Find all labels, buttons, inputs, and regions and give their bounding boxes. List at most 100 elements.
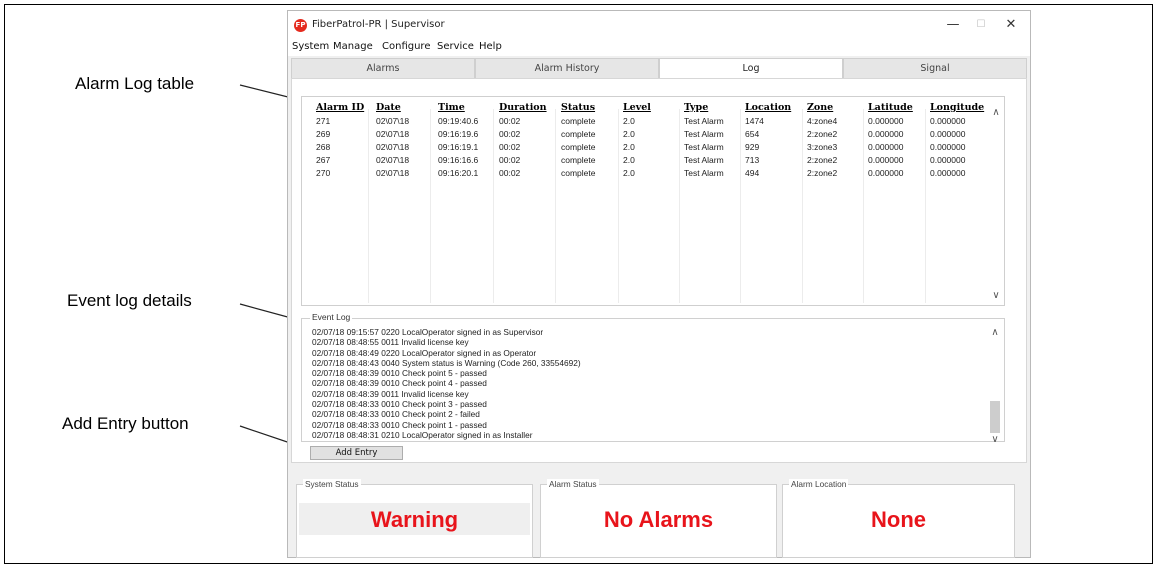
- table-cell: complete: [561, 116, 596, 126]
- table-cell: Test Alarm: [684, 129, 724, 139]
- event-log-scroll-thumb[interactable]: [990, 401, 1000, 433]
- menu-system[interactable]: System: [292, 41, 329, 52]
- annotation-alarm-log: Alarm Log table: [75, 74, 195, 93]
- tab-signal[interactable]: Signal: [843, 58, 1027, 78]
- table-cell: Test Alarm: [684, 116, 724, 126]
- column-divider: [740, 109, 741, 303]
- system-status-panel: System Status Warning: [296, 479, 533, 558]
- table-cell: 270: [316, 168, 331, 178]
- table-cell: complete: [561, 168, 596, 178]
- event-log-scrollbar[interactable]: ∧ ∨: [987, 323, 1003, 445]
- column-divider: [430, 109, 431, 303]
- column-header-duration[interactable]: Duration: [499, 102, 547, 113]
- event-log-text[interactable]: 02/07/18 09:15:57 0220 LocalOperator sig…: [312, 327, 982, 440]
- alarm-location-value: None: [871, 507, 926, 532]
- table-cell: 02\07\18: [376, 142, 410, 152]
- table-cell: 00:02: [499, 116, 521, 126]
- table-cell: complete: [561, 155, 596, 165]
- chevron-up-icon[interactable]: ∧: [987, 327, 1003, 338]
- table-cell: 0.000000: [868, 116, 904, 126]
- alarm-table-scrollbar[interactable]: ∧ ∨: [988, 97, 1004, 305]
- table-cell: complete: [561, 142, 596, 152]
- table-cell: 494: [745, 168, 760, 178]
- column-header-location[interactable]: Location: [745, 102, 791, 113]
- table-cell: 09:19:40.6: [438, 116, 479, 126]
- table-cell: 268: [316, 142, 331, 152]
- column-header-zone[interactable]: Zone: [807, 102, 833, 113]
- table-cell: 0.000000: [868, 168, 904, 178]
- table-cell: 09:16:19.1: [438, 142, 479, 152]
- menu-service[interactable]: Service: [437, 41, 474, 52]
- tab-alarms[interactable]: Alarms: [291, 58, 475, 78]
- alarm-location-label: Alarm Location: [789, 479, 849, 489]
- table-cell: 0.000000: [930, 168, 966, 178]
- column-header-level[interactable]: Level: [623, 102, 651, 113]
- window-title: FiberPatrol-PR | Supervisor: [312, 19, 445, 30]
- event-log-line: 02/07/18 08:48:39 0010 Check point 4 - p…: [312, 378, 487, 389]
- event-log-line: 02/07/18 08:48:43 0040 System status is …: [312, 357, 581, 368]
- table-cell: Test Alarm: [684, 168, 724, 178]
- minimize-button[interactable]: —: [938, 15, 968, 35]
- table-cell: 02\07\18: [376, 129, 410, 139]
- menu-help[interactable]: Help: [479, 41, 502, 52]
- column-header-latitude[interactable]: Latitude: [868, 102, 913, 113]
- table-cell: 2:zone2: [807, 168, 838, 178]
- table-cell: 271: [316, 116, 331, 126]
- table-cell: 713: [745, 155, 760, 165]
- table-cell: 0.000000: [930, 116, 966, 126]
- event-log-line: 02/07/18 08:48:55 0011 Invalid license k…: [312, 337, 469, 348]
- table-cell: 00:02: [499, 129, 521, 139]
- column-header-type[interactable]: Type: [684, 102, 708, 113]
- annotation-event-log: Event log details: [67, 291, 192, 310]
- menu-configure[interactable]: Configure: [382, 41, 430, 52]
- column-divider: [863, 109, 864, 303]
- table-cell: 0.000000: [930, 129, 966, 139]
- table-cell: 2.0: [623, 142, 635, 152]
- table-cell: 09:16:16.6: [438, 155, 479, 165]
- column-header-alarm-id[interactable]: Alarm ID: [316, 102, 364, 113]
- column-divider: [368, 109, 369, 303]
- column-header-time[interactable]: Time: [438, 102, 465, 113]
- table-cell: 02\07\18: [376, 168, 410, 178]
- table-cell: Test Alarm: [684, 142, 724, 152]
- column-header-date[interactable]: Date: [376, 102, 401, 113]
- column-divider: [925, 109, 926, 303]
- maximize-button[interactable]: ☐: [966, 15, 996, 35]
- chevron-down-icon[interactable]: ∨: [988, 290, 1004, 301]
- tab-log[interactable]: Log: [659, 58, 843, 79]
- system-status-label: System Status: [303, 479, 361, 489]
- table-cell: 2.0: [623, 168, 635, 178]
- menu-manage[interactable]: Manage: [333, 41, 373, 52]
- table-cell: 3:zone3: [807, 142, 838, 152]
- table-cell: 269: [316, 129, 331, 139]
- system-status-value: Warning: [370, 507, 459, 532]
- table-cell: 0.000000: [868, 142, 904, 152]
- event-log-line: 02/07/18 08:48:49 0220 LocalOperator sig…: [312, 347, 537, 358]
- event-log-line: 02/07/18 08:48:33 0010 Check point 2 - f…: [312, 409, 480, 420]
- tab-alarm-history[interactable]: Alarm History: [475, 58, 659, 78]
- title-bar[interactable]: FP FiberPatrol-PR | Supervisor — ☐ ✕: [288, 11, 1030, 39]
- chevron-up-icon[interactable]: ∧: [988, 107, 1004, 118]
- table-cell: 929: [745, 142, 760, 152]
- table-cell: Test Alarm: [684, 155, 724, 165]
- table-cell: 2.0: [623, 155, 635, 165]
- add-entry-button[interactable]: Add Entry: [310, 446, 403, 460]
- column-divider: [802, 109, 803, 303]
- table-cell: 2.0: [623, 129, 635, 139]
- alarm-log-table[interactable]: Alarm ID Date Time Duration Status Level…: [301, 96, 1005, 306]
- column-divider: [493, 109, 494, 303]
- table-cell: 02\07\18: [376, 155, 410, 165]
- column-divider: [618, 109, 619, 303]
- column-header-longitude[interactable]: Longitude: [930, 102, 984, 113]
- column-header-status[interactable]: Status: [561, 102, 595, 113]
- chevron-down-icon[interactable]: ∨: [987, 434, 1003, 445]
- close-button[interactable]: ✕: [996, 15, 1026, 35]
- menu-bar: System Manage Configure Service Help: [288, 39, 1030, 56]
- table-cell: 2:zone2: [807, 129, 838, 139]
- table-cell: 09:16:19.6: [438, 129, 479, 139]
- table-cell: 0.000000: [868, 155, 904, 165]
- table-cell: 00:02: [499, 155, 521, 165]
- table-cell: 2:zone2: [807, 155, 838, 165]
- table-cell: 09:16:20.1: [438, 168, 479, 178]
- table-cell: 0.000000: [930, 142, 966, 152]
